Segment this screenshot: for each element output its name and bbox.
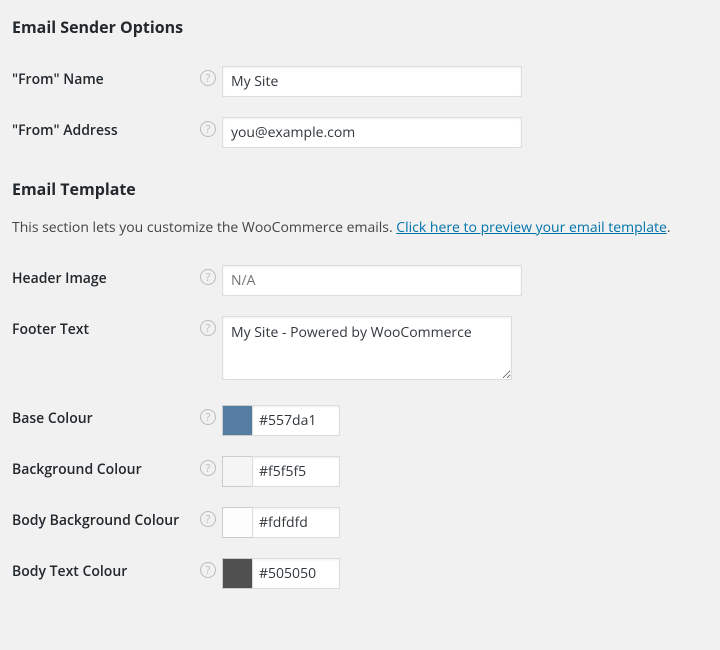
base-colour-swatch[interactable] <box>222 405 252 436</box>
body-text-colour-input[interactable] <box>252 558 340 589</box>
help-icon[interactable]: ? <box>200 511 216 527</box>
body-background-colour-swatch[interactable] <box>222 507 252 538</box>
background-colour-input[interactable] <box>252 456 340 487</box>
help-icon[interactable]: ? <box>200 121 216 137</box>
help-icon[interactable]: ? <box>200 70 216 86</box>
template-options-table: Header Image ? Footer Text ? Base Colour… <box>12 255 708 599</box>
row-base-colour: Base Colour ? <box>12 395 708 446</box>
section-title-template: Email Template <box>12 178 708 200</box>
row-from-address: "From" Address ? <box>12 107 708 158</box>
row-background-colour: Background Colour ? <box>12 446 708 497</box>
section-title-sender: Email Sender Options <box>12 16 708 38</box>
row-body-background-colour: Body Background Colour ? <box>12 497 708 548</box>
help-icon[interactable]: ? <box>200 409 216 425</box>
row-footer-text: Footer Text ? <box>12 306 708 395</box>
footer-text-input[interactable] <box>222 316 512 380</box>
row-from-name: "From" Name ? <box>12 56 708 107</box>
help-icon[interactable]: ? <box>200 320 216 336</box>
help-icon[interactable]: ? <box>200 269 216 285</box>
label-footer-text: Footer Text <box>12 320 89 339</box>
preview-template-link[interactable]: Click here to preview your email templat… <box>396 218 667 237</box>
help-icon[interactable]: ? <box>200 562 216 578</box>
sender-options-table: "From" Name ? "From" Address ? <box>12 56 708 158</box>
body-text-colour-swatch[interactable] <box>222 558 252 589</box>
row-body-text-colour: Body Text Colour ? <box>12 548 708 599</box>
from-address-input[interactable] <box>222 117 522 148</box>
template-description: This section lets you customize the WooC… <box>12 218 708 237</box>
label-base-colour: Base Colour <box>12 409 93 428</box>
header-image-input[interactable] <box>222 265 522 296</box>
row-header-image: Header Image ? <box>12 255 708 306</box>
label-body-text-colour: Body Text Colour <box>12 562 127 581</box>
label-from-name: "From" Name <box>12 70 104 89</box>
label-background-colour: Background Colour <box>12 460 142 479</box>
body-background-colour-input[interactable] <box>252 507 340 538</box>
template-desc-text: This section lets you customize the WooC… <box>12 218 396 237</box>
base-colour-input[interactable] <box>252 405 340 436</box>
background-colour-swatch[interactable] <box>222 456 252 487</box>
label-header-image: Header Image <box>12 269 107 288</box>
from-name-input[interactable] <box>222 66 522 97</box>
label-body-background-colour: Body Background Colour <box>12 511 179 530</box>
help-icon[interactable]: ? <box>200 460 216 476</box>
label-from-address: "From" Address <box>12 121 118 140</box>
